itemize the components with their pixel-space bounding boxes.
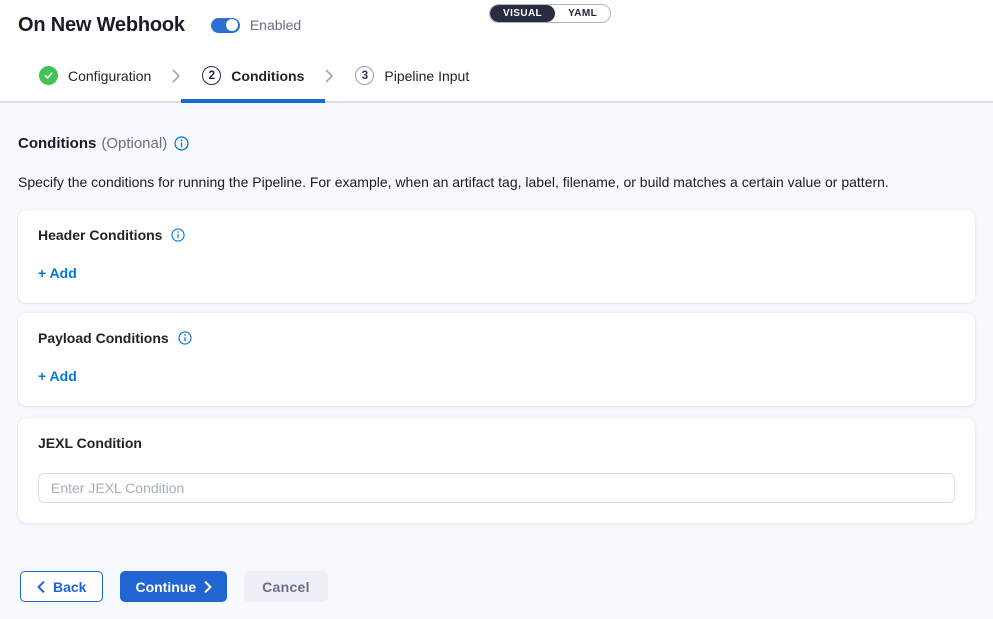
enabled-toggle-group: Enabled — [211, 17, 301, 33]
wizard-step-bar: Configuration 2 Conditions 3 Pipeline In… — [0, 50, 993, 103]
step-label: Configuration — [68, 68, 151, 84]
step-conditions[interactable]: 2 Conditions — [181, 50, 325, 101]
chevron-right-icon — [172, 69, 181, 83]
info-icon[interactable] — [171, 228, 185, 242]
card-title-row: Header Conditions — [38, 227, 955, 243]
back-button-label: Back — [53, 579, 86, 595]
step-label: Pipeline Input — [384, 68, 469, 84]
payload-conditions-card: Payload Conditions + Add — [18, 313, 975, 406]
chevron-right-icon — [204, 581, 212, 593]
info-icon[interactable] — [174, 136, 189, 151]
step-label: Conditions — [231, 68, 304, 84]
jexl-condition-card: JEXL Condition — [18, 418, 975, 523]
header-conditions-title: Header Conditions — [38, 227, 162, 243]
visual-yaml-toggle: VISUAL YAML — [489, 4, 611, 23]
wizard-footer: Back Continue Cancel — [18, 571, 975, 602]
yaml-tab[interactable]: YAML — [555, 5, 610, 22]
continue-button-label: Continue — [135, 579, 196, 595]
back-button[interactable]: Back — [20, 571, 103, 602]
continue-button[interactable]: Continue — [120, 571, 227, 602]
add-payload-condition-button[interactable]: + Add — [38, 368, 77, 384]
step-number-badge: 3 — [355, 66, 374, 85]
cancel-button-label: Cancel — [262, 579, 310, 595]
chevron-left-icon — [37, 581, 45, 593]
chevron-right-icon — [325, 69, 334, 83]
conditions-panel: Conditions (Optional) Specify the condit… — [0, 103, 993, 602]
step-pipeline-input[interactable]: 3 Pipeline Input — [334, 50, 490, 101]
jexl-condition-input[interactable] — [38, 473, 955, 503]
enabled-toggle[interactable] — [211, 18, 240, 33]
visual-tab[interactable]: VISUAL — [490, 5, 555, 22]
payload-conditions-title: Payload Conditions — [38, 330, 169, 346]
cancel-button[interactable]: Cancel — [244, 571, 328, 602]
conditions-heading-text: Conditions — [18, 135, 96, 152]
enabled-toggle-label: Enabled — [250, 17, 301, 33]
conditions-description: Specify the conditions for running the P… — [18, 174, 975, 190]
card-title-row: Payload Conditions — [38, 330, 955, 346]
conditions-heading: Conditions (Optional) — [18, 135, 975, 152]
jexl-condition-title: JEXL Condition — [38, 435, 142, 451]
step-number-badge: 2 — [202, 66, 221, 85]
optional-label: (Optional) — [101, 135, 167, 152]
info-icon[interactable] — [178, 331, 192, 345]
step-configuration[interactable]: Configuration — [18, 50, 172, 101]
card-title-row: JEXL Condition — [38, 435, 955, 451]
page-header: On New Webhook Enabled VISUAL YAML — [0, 0, 993, 50]
page-title: On New Webhook — [18, 14, 185, 37]
toggle-knob — [226, 19, 238, 31]
header-conditions-card: Header Conditions + Add — [18, 210, 975, 303]
add-header-condition-button[interactable]: + Add — [38, 265, 77, 281]
check-circle-icon — [39, 66, 58, 85]
